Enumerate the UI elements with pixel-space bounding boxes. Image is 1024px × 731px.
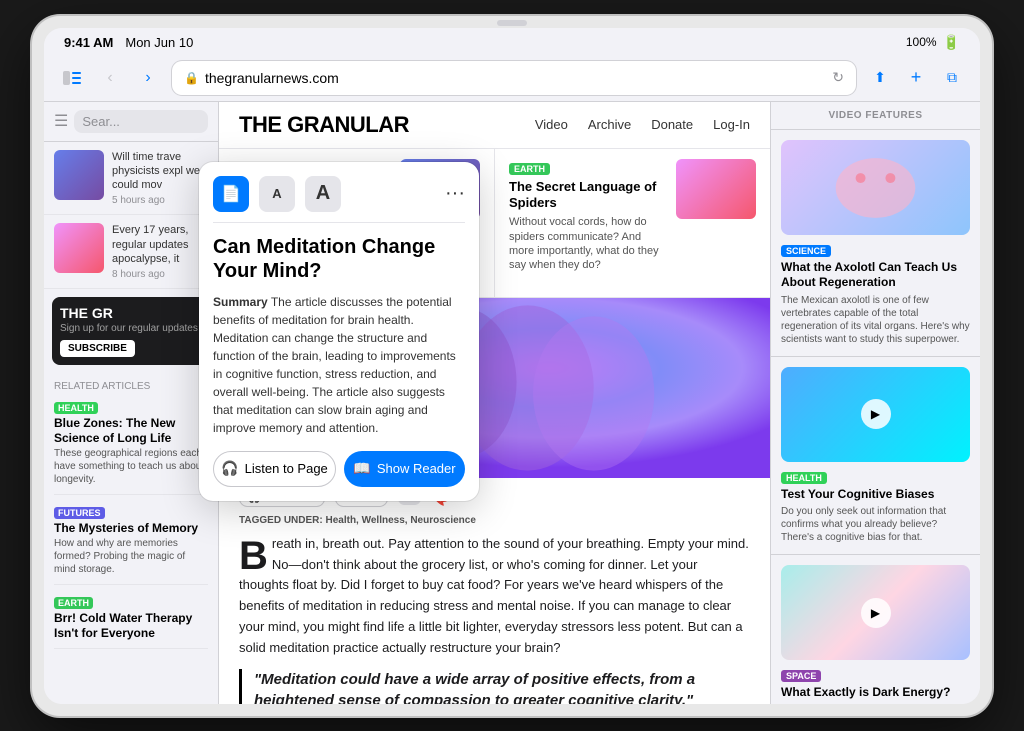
reader-icon: 📄 xyxy=(221,184,241,204)
summary-label: Summary xyxy=(213,295,268,309)
address-bar[interactable]: 🔒 thegranularnews.com ↻ xyxy=(172,61,856,95)
reader-btn-icon: 📖 xyxy=(353,460,370,477)
headphones-icon: 🎧 xyxy=(221,460,238,477)
share-button[interactable]: ⬆ xyxy=(866,64,894,92)
popup-overlay: 📄 A A ··· Can Meditation Change Your Min… xyxy=(44,102,980,704)
listen-label: Listen to Page xyxy=(245,461,328,476)
main-content: ☰ Sear... Will time trave physicists exp… xyxy=(44,102,980,704)
popup-summary: Summary The article discusses the potent… xyxy=(213,293,465,437)
font-small-button[interactable]: A xyxy=(259,176,295,212)
battery-percent: 100% xyxy=(906,35,937,49)
font-large-label: A xyxy=(316,182,330,205)
status-time: 9:41 AM xyxy=(64,35,113,50)
show-reader-button[interactable]: 📖 Show Reader xyxy=(344,451,465,487)
back-button[interactable]: ‹ xyxy=(96,64,124,92)
ipad-screen: 9:41 AM Mon Jun 10 100% 🔋 xyxy=(44,28,980,704)
toolbar-actions: ⬆ + ⧉ xyxy=(866,64,966,92)
popup-article-title: Can Meditation Change Your Mind? xyxy=(213,235,465,283)
status-right: 100% 🔋 xyxy=(906,34,960,51)
reader-popup: 📄 A A ··· Can Meditation Change Your Min… xyxy=(199,162,479,501)
browser-toolbar: ‹ › 🔒 thegranularnews.com ↻ ⬆ + ⧉ xyxy=(44,55,980,101)
tabs-button[interactable]: ⧉ xyxy=(938,64,966,92)
listen-to-page-button[interactable]: 🎧 Listen to Page xyxy=(213,451,336,487)
ipad-frame: 9:41 AM Mon Jun 10 100% 🔋 xyxy=(32,16,992,716)
reader-label: Show Reader xyxy=(377,461,456,476)
battery-icon: 🔋 xyxy=(943,34,960,51)
summary-content: The article discusses the potential bene… xyxy=(213,295,456,435)
font-large-button[interactable]: A xyxy=(305,176,341,212)
reader-icon-button[interactable]: 📄 xyxy=(213,176,249,212)
add-tab-button[interactable]: + xyxy=(902,64,930,92)
font-small-label: A xyxy=(272,186,281,201)
status-bar: 9:41 AM Mon Jun 10 100% 🔋 xyxy=(44,28,980,55)
lock-icon: 🔒 xyxy=(184,71,199,85)
status-date: Mon Jun 10 xyxy=(125,35,193,50)
forward-button[interactable]: › xyxy=(134,64,162,92)
browser-chrome: ‹ › 🔒 thegranularnews.com ↻ ⬆ + ⧉ xyxy=(44,55,980,102)
popup-actions: 🎧 Listen to Page 📖 Show Reader xyxy=(213,451,465,487)
url-text: thegranularnews.com xyxy=(205,70,339,86)
reload-button[interactable]: ↻ xyxy=(832,69,844,86)
sidebar-toggle-button[interactable] xyxy=(58,64,86,92)
more-options-button[interactable]: ··· xyxy=(445,182,465,205)
popup-toolbar: 📄 A A ··· xyxy=(213,176,465,223)
